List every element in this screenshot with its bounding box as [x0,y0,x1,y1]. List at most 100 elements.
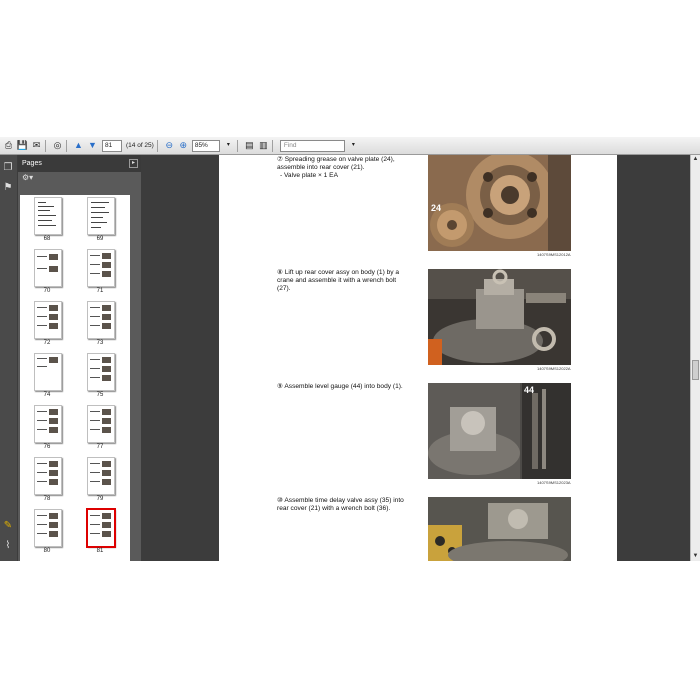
thumbnail-label: 79 [96,496,104,502]
toolbar-separator [271,139,273,152]
bookmarks-icon[interactable]: ⚑ [2,181,14,193]
thumbnail-image [87,301,115,339]
zoom-out-icon[interactable]: ⊖ [164,140,175,151]
zoom-select[interactable]: 85% [191,139,220,152]
toolbar-separator [156,139,158,152]
navigation-rail: ❐ ⚑ ✎ ⌇ [0,155,17,561]
pages-panel: Pages ▸ ⚙▾ 68 69 70 71 72 73 74 75 76 77… [18,155,158,561]
zoom-value: 85% [194,141,208,149]
pdf-viewer-window: ⎙ 💾 ✉ ◎ ▲ ▼ 81 (14 of 25) ⊖ ⊕ 85% ▾ ▤ ▥ … [0,137,700,561]
find-dropdown-icon[interactable]: ▾ [348,140,359,151]
comment-icon[interactable]: ✎ [2,519,14,531]
thumbnail-page-81[interactable]: 81 [75,508,116,557]
thumbnail-page-79[interactable]: 79 [75,457,115,505]
scroll-up-icon[interactable]: ▲ [691,155,700,164]
thumbnail-page-75[interactable]: 75 [75,353,115,401]
previous-page-icon[interactable]: ▲ [73,140,84,151]
share-icon[interactable]: ◎ [52,140,63,151]
thumbnail-image-selected [86,508,116,548]
toolbar-separator [66,139,67,152]
step-9-text: ⑨ Assemble level gauge (44) into body (1… [277,383,407,391]
step-text: ⑩ Assemble time delay valve assy (35) in… [277,497,404,513]
scroll-down-icon[interactable]: ▼ [691,552,700,561]
photo-valve-plate: 24 [428,155,571,251]
thumbnail-label: 69 [96,236,104,242]
thumbnail-image [34,301,62,339]
chevron-down-icon[interactable]: ▾ [223,140,234,151]
thumbnail-label: 72 [43,340,51,346]
photo-level-gauge: 44 [428,383,571,479]
step-subtext: - Valve plate × 1 EA [280,172,338,180]
thumbnail-label: 70 [43,288,51,294]
thumbnail-label: 71 [96,288,104,294]
page-count-label: (14 of 25) [126,142,154,149]
thumbnail-label: 74 [43,392,51,398]
photo-caption: 1407S9MS12022A [537,366,571,371]
thumbnail-image [34,353,62,391]
pages-icon[interactable]: ❐ [2,161,14,173]
thumbnail-page-76[interactable]: 76 [22,405,62,453]
thumbnail-page-73[interactable]: 73 [75,301,115,349]
thumbnail-image [34,509,62,547]
thumbnail-image [87,457,115,495]
thumbnail-label: 81 [96,548,104,554]
thumbnail-page-77[interactable]: 77 [75,405,115,453]
thumbnail-label: 76 [43,444,51,450]
thumbnail-image [87,197,115,235]
document-page: ⑦ Spreading grease on valve plate (24), … [219,155,617,561]
thumbnail-image [87,249,115,287]
fit-width-icon[interactable]: ▥ [258,140,269,151]
thumbnail-page-72[interactable]: 72 [22,301,62,349]
thumbnail-label: 80 [43,548,51,554]
photo-caption: 1407S9MS12012A [537,252,571,257]
photo-rear-cover-crane [428,269,571,365]
save-icon[interactable]: 💾 [17,140,28,151]
thumbnail-page-74[interactable]: 74 [22,353,62,401]
thumbnail-label: 68 [43,236,51,242]
step-text: ⑨ Assemble level gauge (44) into body (1… [277,383,403,390]
email-icon[interactable]: ✉ [31,140,42,151]
thumbnail-image [87,353,115,391]
thumbnail-image [34,457,62,495]
toolbar: ⎙ 💾 ✉ ◎ ▲ ▼ 81 (14 of 25) ⊖ ⊕ 85% ▾ ▤ ▥ … [0,137,700,155]
thumbnail-label: 78 [43,496,51,502]
document-scrollbar[interactable]: ▲ ▼ [690,155,700,561]
thumbnail-label: 77 [96,444,104,450]
thumbnail-image [34,249,62,287]
document-scrollbar-thumb[interactable] [692,360,699,380]
step-text: ⑦ Spreading grease on valve plate (24), … [277,156,395,172]
thumbnail-image [34,405,62,443]
photo-time-delay-valve [428,497,571,561]
thumbnail-page-70[interactable]: 70 [22,249,62,297]
thumbnail-image [34,197,62,235]
thumbnail-image [87,405,115,443]
step-10-text: ⑩ Assemble time delay valve assy (35) in… [277,497,407,513]
attachment-icon[interactable]: ⌇ [2,539,14,551]
thumbnail-page-68[interactable]: 68 [22,197,62,245]
toolbar-separator [45,139,46,152]
step-7-text: ⑦ Spreading grease on valve plate (24), … [277,156,407,181]
find-input[interactable]: Find [279,139,345,152]
thumbnail-page-80[interactable]: 80 [22,509,62,557]
photo-caption: 1407S9MS12023A [537,480,571,485]
fit-page-icon[interactable]: ▤ [244,140,255,151]
thumbnail-page-69[interactable]: 69 [75,197,115,245]
step-8-text: ⑧ Lift up rear cover assy on body (1) by… [277,269,407,294]
zoom-in-icon[interactable]: ⊕ [178,140,189,151]
close-icon[interactable]: ▸ [129,159,138,168]
step-text: ⑧ Lift up rear cover assy on body (1) by… [277,269,400,293]
pages-panel-title: Pages [22,160,42,167]
options-icon[interactable]: ⚙▾ [18,172,141,184]
next-page-icon[interactable]: ▼ [87,140,98,151]
print-icon[interactable]: ⎙ [3,140,14,151]
thumbnail-page-78[interactable]: 78 [22,457,62,505]
pages-panel-header: Pages ▸ [18,155,141,172]
page-number-input[interactable]: 81 [102,139,122,152]
thumbnail-page-71[interactable]: 71 [75,249,115,297]
thumbnail-list[interactable]: 68 69 70 71 72 73 74 75 76 77 78 79 80 8… [20,195,130,561]
thumbnail-label: 73 [96,340,104,346]
document-viewport[interactable]: ⑦ Spreading grease on valve plate (24), … [141,155,690,561]
toolbar-separator [236,139,238,152]
photo-label: 24 [431,203,442,213]
thumbnail-label: 75 [96,392,104,398]
